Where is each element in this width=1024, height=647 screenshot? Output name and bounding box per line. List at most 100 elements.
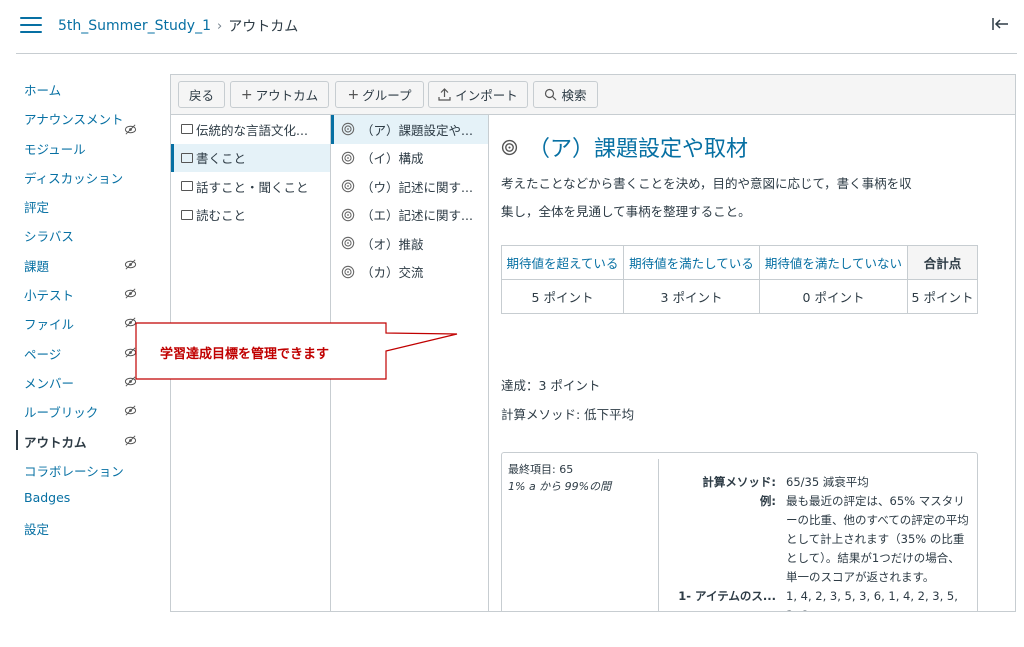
- hidden-eye-icon: [124, 347, 137, 358]
- sidebar-item[interactable]: 小テスト: [24, 281, 144, 310]
- hidden-eye-icon: [124, 259, 137, 270]
- hamburger-icon[interactable]: [20, 17, 42, 35]
- calc-row-value: 最も最近の評定は、65% マスタリーの比重、他のすべての評定の平均として計上され…: [786, 494, 969, 584]
- calc-divider: [658, 459, 659, 611]
- sidebar-item-label: ページ: [24, 346, 62, 362]
- sidebar-item[interactable]: ルーブリック: [24, 398, 144, 427]
- outcome-target-icon: [501, 139, 518, 155]
- outcome-group-label: 伝統的な言語文化...: [196, 122, 308, 138]
- outcome-label: （ウ）記述に関す...: [361, 179, 473, 195]
- breadcrumb-separator: ›: [217, 18, 223, 34]
- outcome-target-icon: [341, 237, 355, 250]
- header-divider: [16, 53, 1017, 54]
- hidden-eye-icon: [124, 435, 137, 446]
- sidebar-item[interactable]: 課題: [24, 252, 144, 281]
- sidebar-item-label: アナウンスメント: [24, 112, 124, 128]
- outcome-item[interactable]: （オ）推敲: [331, 229, 488, 258]
- outcome-item[interactable]: （ア）課題設定や...: [331, 115, 488, 144]
- outcome-label: （エ）記述に関す...: [361, 208, 473, 224]
- rubric-points-exceeds: 5 ポイント: [501, 279, 624, 314]
- sidebar-item[interactable]: Badges: [24, 486, 144, 515]
- sidebar-item[interactable]: モジュール: [24, 135, 144, 164]
- sidebar-item[interactable]: シラバス: [24, 222, 144, 251]
- import-label: インポート: [455, 88, 518, 103]
- sidebar-item[interactable]: ホーム: [24, 76, 144, 105]
- sidebar-item[interactable]: アウトカム: [16, 428, 144, 457]
- rubric-points-total: 5 ポイント: [907, 279, 978, 314]
- calculation-params: 最終項目: 65 1% a から 99%の間: [508, 461, 658, 495]
- back-button[interactable]: 戻る: [178, 81, 225, 108]
- sidebar-item-label: 課題: [24, 258, 50, 274]
- sidebar-item-label: ディスカッション: [24, 170, 124, 186]
- outcome-label: （ア）課題設定や...: [361, 122, 473, 138]
- description-line: 考えたことなどから書くことを決め，目的や意図に応じて，書く事柄を収: [501, 176, 912, 191]
- add-group-button[interactable]: + グループ: [335, 81, 424, 108]
- course-header: 5th_Summer_Study_1 › アウトカム: [0, 0, 1024, 54]
- breadcrumb-course-link[interactable]: 5th_Summer_Study_1: [58, 18, 211, 34]
- outcome-description: 考えたことなどから書くことを決め，目的や意図に応じて，書く事柄を収 集し，全体を…: [501, 170, 981, 226]
- folder-icon: [181, 209, 193, 220]
- outcome-target-icon: [341, 265, 355, 278]
- outcome-target-icon: [341, 180, 355, 193]
- outcome-target-icon: [341, 123, 355, 136]
- hidden-eye-icon: [124, 376, 137, 387]
- sidebar-item[interactable]: アナウンスメント: [24, 105, 144, 135]
- outcomes-toolbar: 戻る + アウトカム + グループ インポート 検索: [171, 75, 1015, 115]
- search-label: 検索: [561, 88, 587, 103]
- import-button[interactable]: インポート: [428, 81, 528, 108]
- plus-icon: +: [240, 86, 253, 103]
- search-icon: [545, 88, 557, 101]
- sidebar-item-label: モジュール: [24, 141, 86, 157]
- hidden-eye-icon: [124, 317, 137, 328]
- sidebar-item[interactable]: コラボレーション: [24, 457, 144, 486]
- outcome-item[interactable]: （イ）構成: [331, 144, 488, 173]
- outcome-group-item[interactable]: 書くこと: [171, 143, 330, 172]
- outcome-groups-column: 伝統的な言語文化... 書くこと 話すこと・聞くこと 読むこと: [171, 115, 331, 611]
- calc-row-key: 計算メソッド:: [702, 475, 776, 489]
- sidebar-item-label: コラボレーション: [24, 463, 124, 479]
- rubric-header-below: 期待値を満たしていない: [759, 245, 908, 280]
- search-button[interactable]: 検索: [533, 81, 598, 108]
- outcome-group-item[interactable]: 伝統的な言語文化...: [171, 115, 330, 144]
- sidebar-item[interactable]: 評定: [24, 193, 144, 222]
- rubric-points-meets: 3 ポイント: [623, 279, 760, 314]
- folder-icon: [181, 152, 193, 163]
- upload-icon: [438, 88, 451, 101]
- calc-row: 1- アイテムのス... 1, 4, 2, 3, 5, 3, 6, 1, 4, 2…: [662, 587, 972, 611]
- outcome-item[interactable]: （カ）交流: [331, 258, 488, 287]
- rubric-header-exceeds: 期待値を超えている: [501, 245, 624, 280]
- rubric-header-total: 合計点: [907, 245, 978, 280]
- sidebar-item[interactable]: 設定: [24, 515, 144, 544]
- description-line: 集し，全体を見通して事柄を整理すること。: [501, 204, 751, 219]
- add-group-label: グループ: [362, 88, 412, 103]
- outcome-item[interactable]: （エ）記述に関す...: [331, 201, 488, 230]
- outcome-group-item[interactable]: 話すこと・聞くこと: [171, 172, 330, 201]
- sidebar-item-label: ファイル: [24, 317, 75, 333]
- outcome-target-icon: [341, 208, 355, 221]
- sidebar-item-label: 評定: [24, 200, 50, 216]
- folder-icon: [181, 124, 193, 135]
- sidebar-item[interactable]: ファイル: [24, 310, 144, 339]
- sidebar-item[interactable]: ディスカッション: [24, 164, 144, 193]
- sidebar-item-label: ルーブリック: [24, 405, 99, 421]
- add-outcome-button[interactable]: + アウトカム: [230, 81, 329, 108]
- sidebar-item[interactable]: ページ: [24, 340, 144, 369]
- calculation-details: 計算メソッド: 65/35 減衰平均 例: 最も最近の評定は、65% マスタリーの比重…: [662, 473, 972, 611]
- back-button-label: 戻る: [188, 88, 214, 103]
- mastery-points: 達成：3 ポイント: [501, 378, 601, 393]
- sidebar-item[interactable]: メンバー: [24, 369, 144, 398]
- outcomes-column: （ア）課題設定や... （イ）構成 （ウ）記述に関す... （エ）記述に関す... （オ…: [331, 115, 489, 611]
- weight-range: 1% a から 99%の間: [508, 478, 658, 495]
- rubric-header-row: 期待値を超えている 期待値を満たしている 期待値を満たしていない 合計点: [501, 245, 978, 280]
- course-nav: ホームアナウンスメント モジュールディスカッション 評定シラバス課題小テストファイル…: [16, 76, 144, 545]
- sidebar-item-label: Badges: [24, 490, 71, 506]
- hidden-eye-icon: [124, 405, 137, 416]
- sidebar-item-label: メンバー: [24, 375, 75, 391]
- outcome-item[interactable]: （ウ）記述に関す...: [331, 172, 488, 201]
- breadcrumb: 5th_Summer_Study_1 › アウトカム: [58, 16, 298, 36]
- calculation-method: 計算メソッド: 低下平均: [501, 407, 635, 422]
- calc-row: 計算メソッド: 65/35 減衰平均: [662, 473, 972, 492]
- sidebar-item-label: 小テスト: [24, 288, 75, 304]
- collapse-sidebar-icon[interactable]: [990, 14, 1010, 34]
- outcome-group-item[interactable]: 読むこと: [171, 201, 330, 230]
